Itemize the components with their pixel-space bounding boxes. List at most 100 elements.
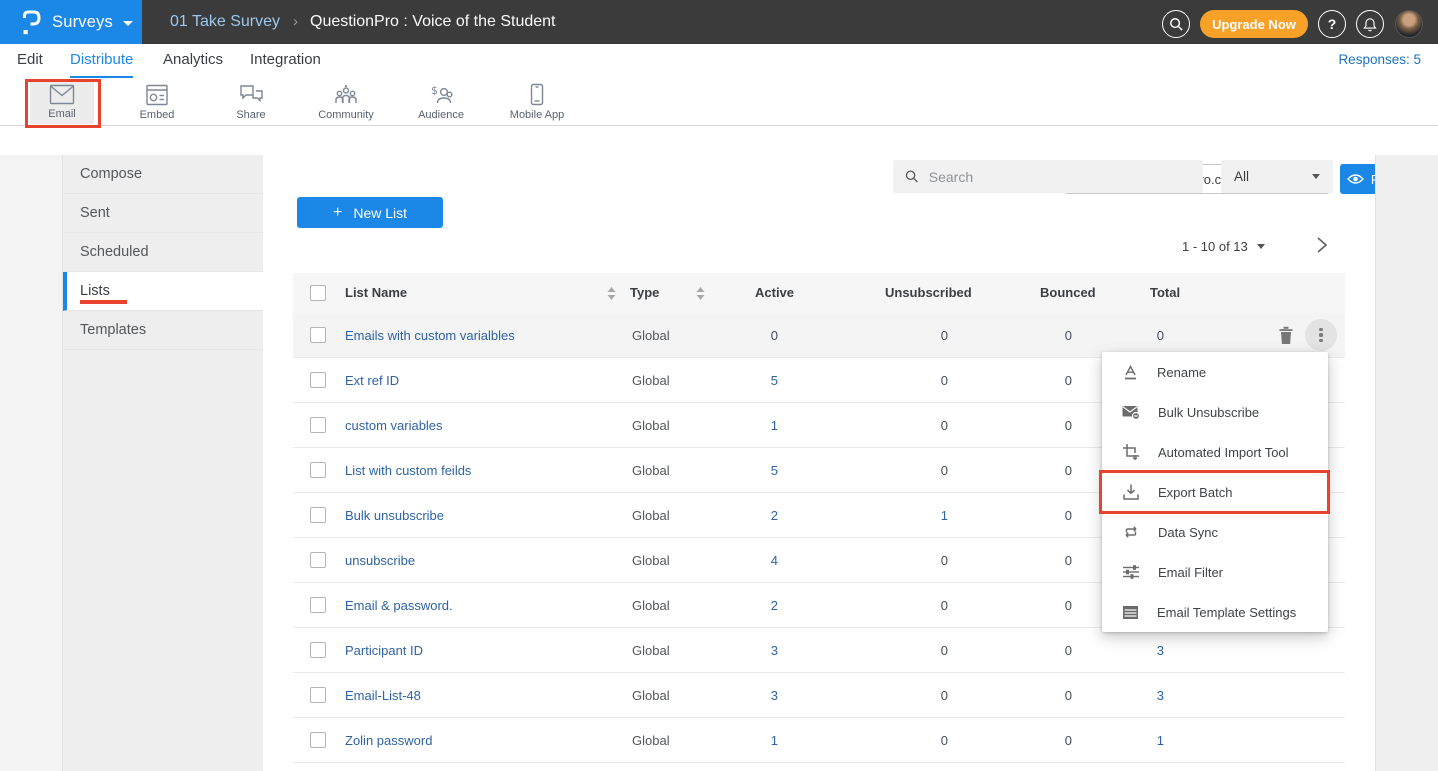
page-title: QuestionPro : Voice of the Student (310, 0, 556, 44)
list-type: Global (632, 538, 670, 583)
sidebar-item-lists[interactable]: Lists (63, 272, 263, 311)
help-icon: ? (1328, 16, 1337, 32)
notifications-button[interactable] (1356, 10, 1384, 38)
select-all-checkbox[interactable] (310, 285, 326, 301)
total-count[interactable]: 1 (1109, 718, 1164, 763)
column-header-total[interactable]: Total (1150, 273, 1180, 313)
active-count[interactable]: 2 (723, 583, 778, 628)
upgrade-now-button[interactable]: Upgrade Now (1200, 10, 1308, 38)
new-list-button[interactable]: + New List (297, 197, 443, 228)
list-type: Global (632, 628, 670, 673)
channel-mobile-app[interactable]: Mobile App (502, 80, 572, 124)
row-checkbox[interactable] (310, 462, 326, 478)
pagination[interactable]: 1 - 10 of 13 (1182, 236, 1265, 256)
user-avatar[interactable] (1395, 10, 1423, 38)
column-header-list-name[interactable]: List Name (345, 273, 407, 313)
list-name-link[interactable]: Bulk unsubscribe (345, 493, 444, 538)
menu-item-bulk-unsubscribe[interactable]: Bulk Unsubscribe (1102, 392, 1328, 432)
row-checkbox[interactable] (310, 507, 326, 523)
menu-item-label: Automated Import Tool (1158, 445, 1289, 460)
column-header-bounced[interactable]: Bounced (1040, 273, 1096, 313)
channel-share[interactable]: Share (219, 80, 283, 124)
unsubscribed-count[interactable]: 1 (893, 493, 948, 538)
menu-item-export-batch[interactable]: Export Batch (1102, 472, 1328, 512)
active-count[interactable]: 1 (723, 718, 778, 763)
active-count[interactable]: 3 (723, 628, 778, 673)
product-switcher[interactable]: Surveys (0, 0, 142, 44)
list-name-link[interactable]: List with custom feilds (345, 448, 471, 493)
tab-edit[interactable]: Edit (17, 44, 43, 78)
active-count[interactable]: 3 (723, 673, 778, 718)
row-checkbox[interactable] (310, 417, 326, 433)
list-name-link[interactable]: custom variables (345, 403, 443, 448)
active-count: 0 (723, 313, 778, 358)
row-checkbox[interactable] (310, 327, 326, 343)
row-checkbox[interactable] (310, 597, 326, 613)
list-name-link[interactable]: Zolin password (345, 718, 432, 763)
row-actions-menu-button[interactable] (1305, 319, 1337, 351)
list-name-link[interactable]: Email-List-48 (345, 673, 421, 718)
column-header-unsubscribed[interactable]: Unsubscribed (885, 273, 972, 313)
sidebar-item-compose[interactable]: Compose (63, 155, 263, 194)
menu-item-data-sync[interactable]: Data Sync (1102, 512, 1328, 552)
new-list-label: New List (353, 205, 407, 221)
unsubscribed-count: 0 (893, 673, 948, 718)
active-count[interactable]: 5 (723, 358, 778, 403)
menu-item-email-filter[interactable]: Email Filter (1102, 552, 1328, 592)
row-checkbox[interactable] (310, 552, 326, 568)
channel-audience[interactable]: $ Audience (409, 80, 473, 124)
tab-integration[interactable]: Integration (250, 44, 321, 78)
list-type: Global (632, 448, 670, 493)
list-name-link[interactable]: Ext ref ID (345, 358, 399, 403)
menu-item-label: Email Filter (1158, 565, 1223, 580)
row-checkbox[interactable] (310, 732, 326, 748)
list-name-link[interactable]: Email & password. (345, 583, 453, 628)
sort-icon[interactable] (607, 287, 616, 300)
questionpro-logo-icon (21, 9, 42, 36)
sidebar-item-sent[interactable]: Sent (63, 194, 263, 233)
menu-item-rename[interactable]: Rename (1102, 352, 1328, 392)
next-page-button[interactable] (1308, 232, 1334, 258)
row-checkbox[interactable] (310, 687, 326, 703)
help-button[interactable]: ? (1318, 10, 1346, 38)
channel-community[interactable]: Community (314, 80, 378, 124)
active-count[interactable]: 2 (723, 493, 778, 538)
email-icon (49, 84, 75, 105)
breadcrumb-separator: › (293, 0, 298, 44)
share-icon (239, 84, 264, 106)
menu-item-automated-import-tool[interactable]: Automated Import Tool (1102, 432, 1328, 472)
sidebar-item-scheduled[interactable]: Scheduled (63, 233, 263, 272)
bounced-count: 0 (1017, 313, 1072, 358)
sort-icon[interactable] (696, 287, 705, 300)
global-search-button[interactable] (1162, 10, 1190, 38)
row-checkbox[interactable] (310, 372, 326, 388)
tab-distribute[interactable]: Distribute (70, 44, 133, 78)
list-filter-dropdown[interactable]: All (1221, 160, 1333, 193)
list-search-input[interactable] (929, 169, 1191, 185)
total-count[interactable]: 3 (1109, 673, 1164, 718)
channel-embed[interactable]: Embed (125, 80, 189, 124)
active-count[interactable]: 1 (723, 403, 778, 448)
active-count[interactable]: 4 (723, 538, 778, 583)
unsubscribed-count: 0 (893, 403, 948, 448)
total-count[interactable]: 3 (1109, 628, 1164, 673)
bell-icon (1363, 17, 1377, 32)
responses-count[interactable]: Responses: 5 (1338, 44, 1421, 76)
active-count[interactable]: 5 (723, 448, 778, 493)
search-icon (1169, 17, 1184, 32)
tab-analytics[interactable]: Analytics (163, 44, 223, 78)
list-name-link[interactable]: Emails with custom varialbles (345, 313, 515, 358)
upgrade-now-label: Upgrade Now (1212, 17, 1296, 32)
column-header-type[interactable]: Type (630, 273, 659, 313)
delete-list-button[interactable] (1278, 326, 1294, 345)
column-header-active[interactable]: Active (755, 273, 794, 313)
sidebar-item-templates-label: Templates (80, 322, 146, 338)
email-filter-icon (1122, 564, 1140, 580)
row-checkbox[interactable] (310, 642, 326, 658)
list-name-link[interactable]: unsubscribe (345, 538, 415, 583)
menu-item-email-template-settings[interactable]: Email Template Settings (1102, 592, 1328, 632)
sidebar-item-templates[interactable]: Templates (63, 311, 263, 350)
channel-email[interactable]: Email (30, 80, 94, 124)
list-name-link[interactable]: Participant ID (345, 628, 423, 673)
breadcrumb-survey-name[interactable]: 01 Take Survey (170, 0, 280, 44)
